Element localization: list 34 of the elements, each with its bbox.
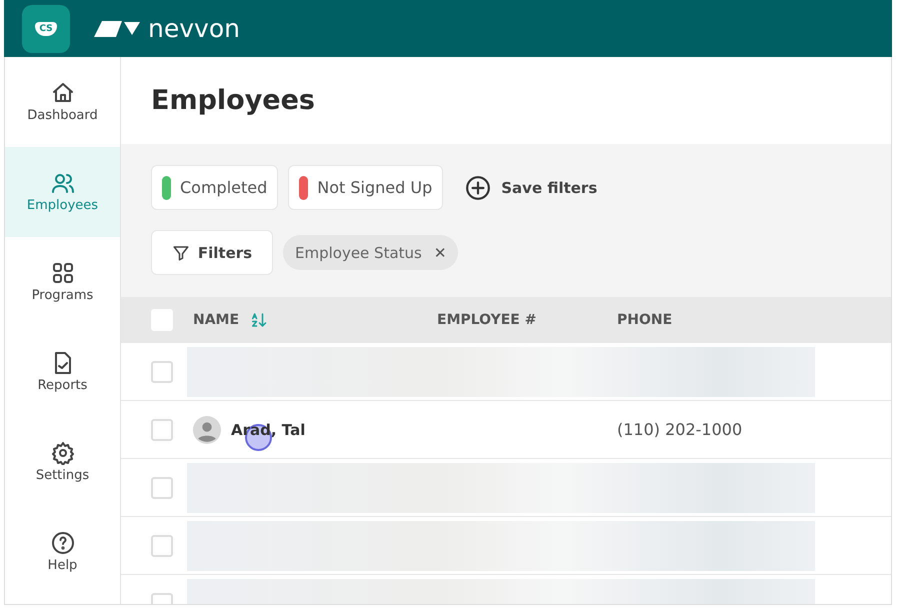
sidebar-item[interactable]: Programs xyxy=(5,237,120,327)
column-header[interactable]: EMPLOYEE # xyxy=(437,312,536,328)
column-header[interactable]: PHONE xyxy=(617,312,672,328)
status-chip[interactable]: Completed xyxy=(151,165,278,210)
sidebar-item[interactable]: Employees xyxy=(5,147,120,237)
page-title: Employees xyxy=(151,85,316,116)
status-chip[interactable]: Not Signed Up xyxy=(288,165,444,210)
column-header[interactable]: NAME xyxy=(193,312,240,328)
row-checkbox[interactable] xyxy=(151,418,173,440)
plus-circle-icon xyxy=(465,174,492,200)
people-icon xyxy=(50,171,74,195)
sidebar-item[interactable]: Dashboard xyxy=(5,57,120,147)
sidebar-item[interactable]: Help xyxy=(5,507,120,597)
row-checkbox[interactable] xyxy=(151,534,173,556)
help-icon xyxy=(50,531,74,555)
sort-icon xyxy=(249,311,268,329)
employee-name[interactable]: Arad, Tal xyxy=(231,420,306,438)
avatar-icon xyxy=(193,416,221,444)
brand-name: nevvon xyxy=(148,14,240,43)
table-cell: (110) 202-1000 xyxy=(617,420,742,439)
row-checkbox[interactable] xyxy=(151,360,173,382)
home-icon xyxy=(50,81,74,105)
app-logo[interactable]: CS xyxy=(22,4,70,52)
grid-icon xyxy=(50,261,74,285)
row-checkbox[interactable] xyxy=(151,476,173,498)
filter-tag: Employee Status ✕ xyxy=(283,235,458,270)
sidebar-item[interactable]: Settings xyxy=(5,417,120,507)
filter-icon xyxy=(172,244,190,262)
logo-mark-icon xyxy=(92,18,142,38)
gear-icon xyxy=(50,441,74,465)
save-filters-button[interactable]: Save filters xyxy=(465,174,598,200)
remove-filter-button[interactable]: ✕ xyxy=(434,244,446,262)
sidebar-item[interactable]: Reports xyxy=(5,327,120,417)
filters-button[interactable]: Filters xyxy=(151,230,273,275)
